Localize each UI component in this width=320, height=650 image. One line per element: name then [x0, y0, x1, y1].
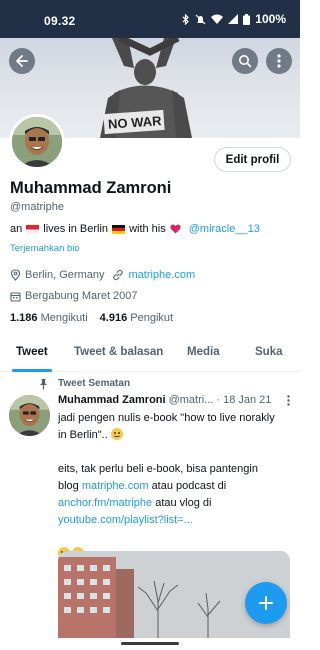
tab-media[interactable]: Media: [187, 346, 220, 358]
status-time: 09.32: [44, 14, 76, 28]
tweet-line-6: youtube.com/playlist?list=...: [58, 512, 288, 529]
following-stat[interactable]: 1.186 Mengikuti: [10, 312, 88, 324]
edit-profile-button[interactable]: Edit profil: [214, 147, 291, 172]
wifi-icon: [211, 14, 224, 24]
following-label: Mengikuti: [40, 312, 88, 324]
system-icons: 100%: [182, 12, 286, 26]
location-pin-icon: [10, 269, 21, 281]
user-handle: @matriphe: [10, 201, 64, 213]
more-vertical-icon: [277, 54, 281, 68]
heart-icon: [170, 224, 181, 234]
tweet-author-handle[interactable]: @matri...: [169, 394, 214, 406]
tweet-author-name[interactable]: Muhammad Zamroni: [58, 394, 166, 406]
tab-tweet[interactable]: Tweet: [16, 346, 48, 358]
pin-icon: [40, 379, 47, 390]
profile-avatar[interactable]: [9, 114, 65, 170]
follow-stats: 1.186 Mengikuti 4.916 Pengikut: [10, 312, 173, 324]
profile-meta-location-website: Berlin, Germany matriphe.com: [10, 269, 195, 281]
tweet-line-1: jadi pengen nulis e-book "how to live no…: [58, 412, 275, 424]
bluetooth-icon: [182, 13, 190, 25]
followers-label: Pengikut: [130, 312, 174, 324]
profile-tabs: Tweet Tweet & balasan Media Suka: [0, 336, 300, 372]
active-tab-indicator: [12, 369, 52, 372]
translate-bio-link[interactable]: Terjemahkan bio: [10, 243, 80, 254]
followers-count: 4.916: [99, 312, 128, 324]
tweet-line-4: blog matriphe.com atau podcast di: [58, 478, 288, 495]
germany-flag-icon: [112, 224, 126, 234]
display-name: Muhammad Zamroni: [10, 179, 172, 197]
bio-text-3: with his: [129, 223, 166, 235]
battery-icon: [243, 13, 251, 25]
tab-tweet-balasan[interactable]: Tweet & balasan: [74, 346, 163, 358]
tab-suka[interactable]: Suka: [255, 346, 283, 358]
tweet-avatar-image: [9, 395, 50, 436]
signal-icon: [228, 14, 239, 24]
home-gesture-handle[interactable]: [121, 642, 179, 645]
more-options-button[interactable]: [266, 48, 292, 74]
mute-icon: [195, 14, 206, 24]
avatar-image: [12, 117, 62, 167]
tweet-line-5: anchor.fm/matriphe atau vlog di: [58, 495, 288, 512]
tweet-line-3: eits, tak perlu beli e-book, bisa panten…: [58, 463, 258, 475]
bio-text-1: an: [10, 223, 23, 235]
battery-percent: 100%: [255, 12, 286, 26]
profile-meta-joined: Bergabung Maret 2007: [10, 290, 138, 302]
system-nav-bar: [0, 638, 300, 650]
followers-stat[interactable]: 4.916 Pengikut: [100, 312, 173, 324]
website-link[interactable]: matriphe.com: [128, 269, 195, 281]
following-count: 1.186: [10, 312, 38, 324]
bio: an lives in Berlin with his @miracle__13: [10, 223, 260, 235]
calendar-icon: [10, 291, 21, 302]
bio-mention-link[interactable]: @miracle__13: [189, 223, 260, 235]
indonesia-flag-icon: [26, 224, 40, 234]
back-arrow-icon: [16, 55, 28, 67]
tweet-avatar[interactable]: [9, 395, 50, 436]
tweet-line-5-post: atau vlog di: [155, 497, 212, 509]
location-text: Berlin, Germany: [25, 269, 105, 281]
tweet-link-podcast[interactable]: anchor.fm/matriphe: [58, 497, 152, 509]
status-bar: 09.32 100%: [0, 0, 300, 38]
back-button[interactable]: [9, 48, 35, 74]
search-icon: [239, 55, 252, 68]
search-button[interactable]: [232, 48, 258, 74]
tweet-line-4-post: atau podcast di: [151, 480, 227, 492]
link-icon: [113, 269, 124, 281]
tweet-line-4-pre: blog: [58, 480, 79, 492]
bio-text-2: lives in Berlin: [43, 223, 109, 235]
compose-tweet-button[interactable]: [245, 582, 287, 624]
tweet-header: Muhammad Zamroni @matri... · 18 Jan 21: [58, 394, 294, 406]
tweet-body[interactable]: jadi pengen nulis e-book "how to live no…: [58, 410, 288, 563]
tweet-link-blog[interactable]: matriphe.com: [82, 480, 149, 492]
joined-date: Bergabung Maret 2007: [25, 290, 138, 302]
tweet-line-2: in Berlin"..: [58, 427, 288, 444]
plus-icon: [259, 596, 273, 610]
tweet-line-2-text: in Berlin"..: [58, 429, 108, 441]
tweet-link-youtube[interactable]: youtube.com/playlist?list=...: [58, 514, 193, 526]
tweet-more-icon[interactable]: [287, 395, 290, 406]
grinning-emoji-icon: [110, 428, 123, 440]
pinned-tweet-label: Tweet Sematan: [58, 378, 131, 389]
tweet-date[interactable]: · 18 Jan 21: [216, 394, 271, 406]
